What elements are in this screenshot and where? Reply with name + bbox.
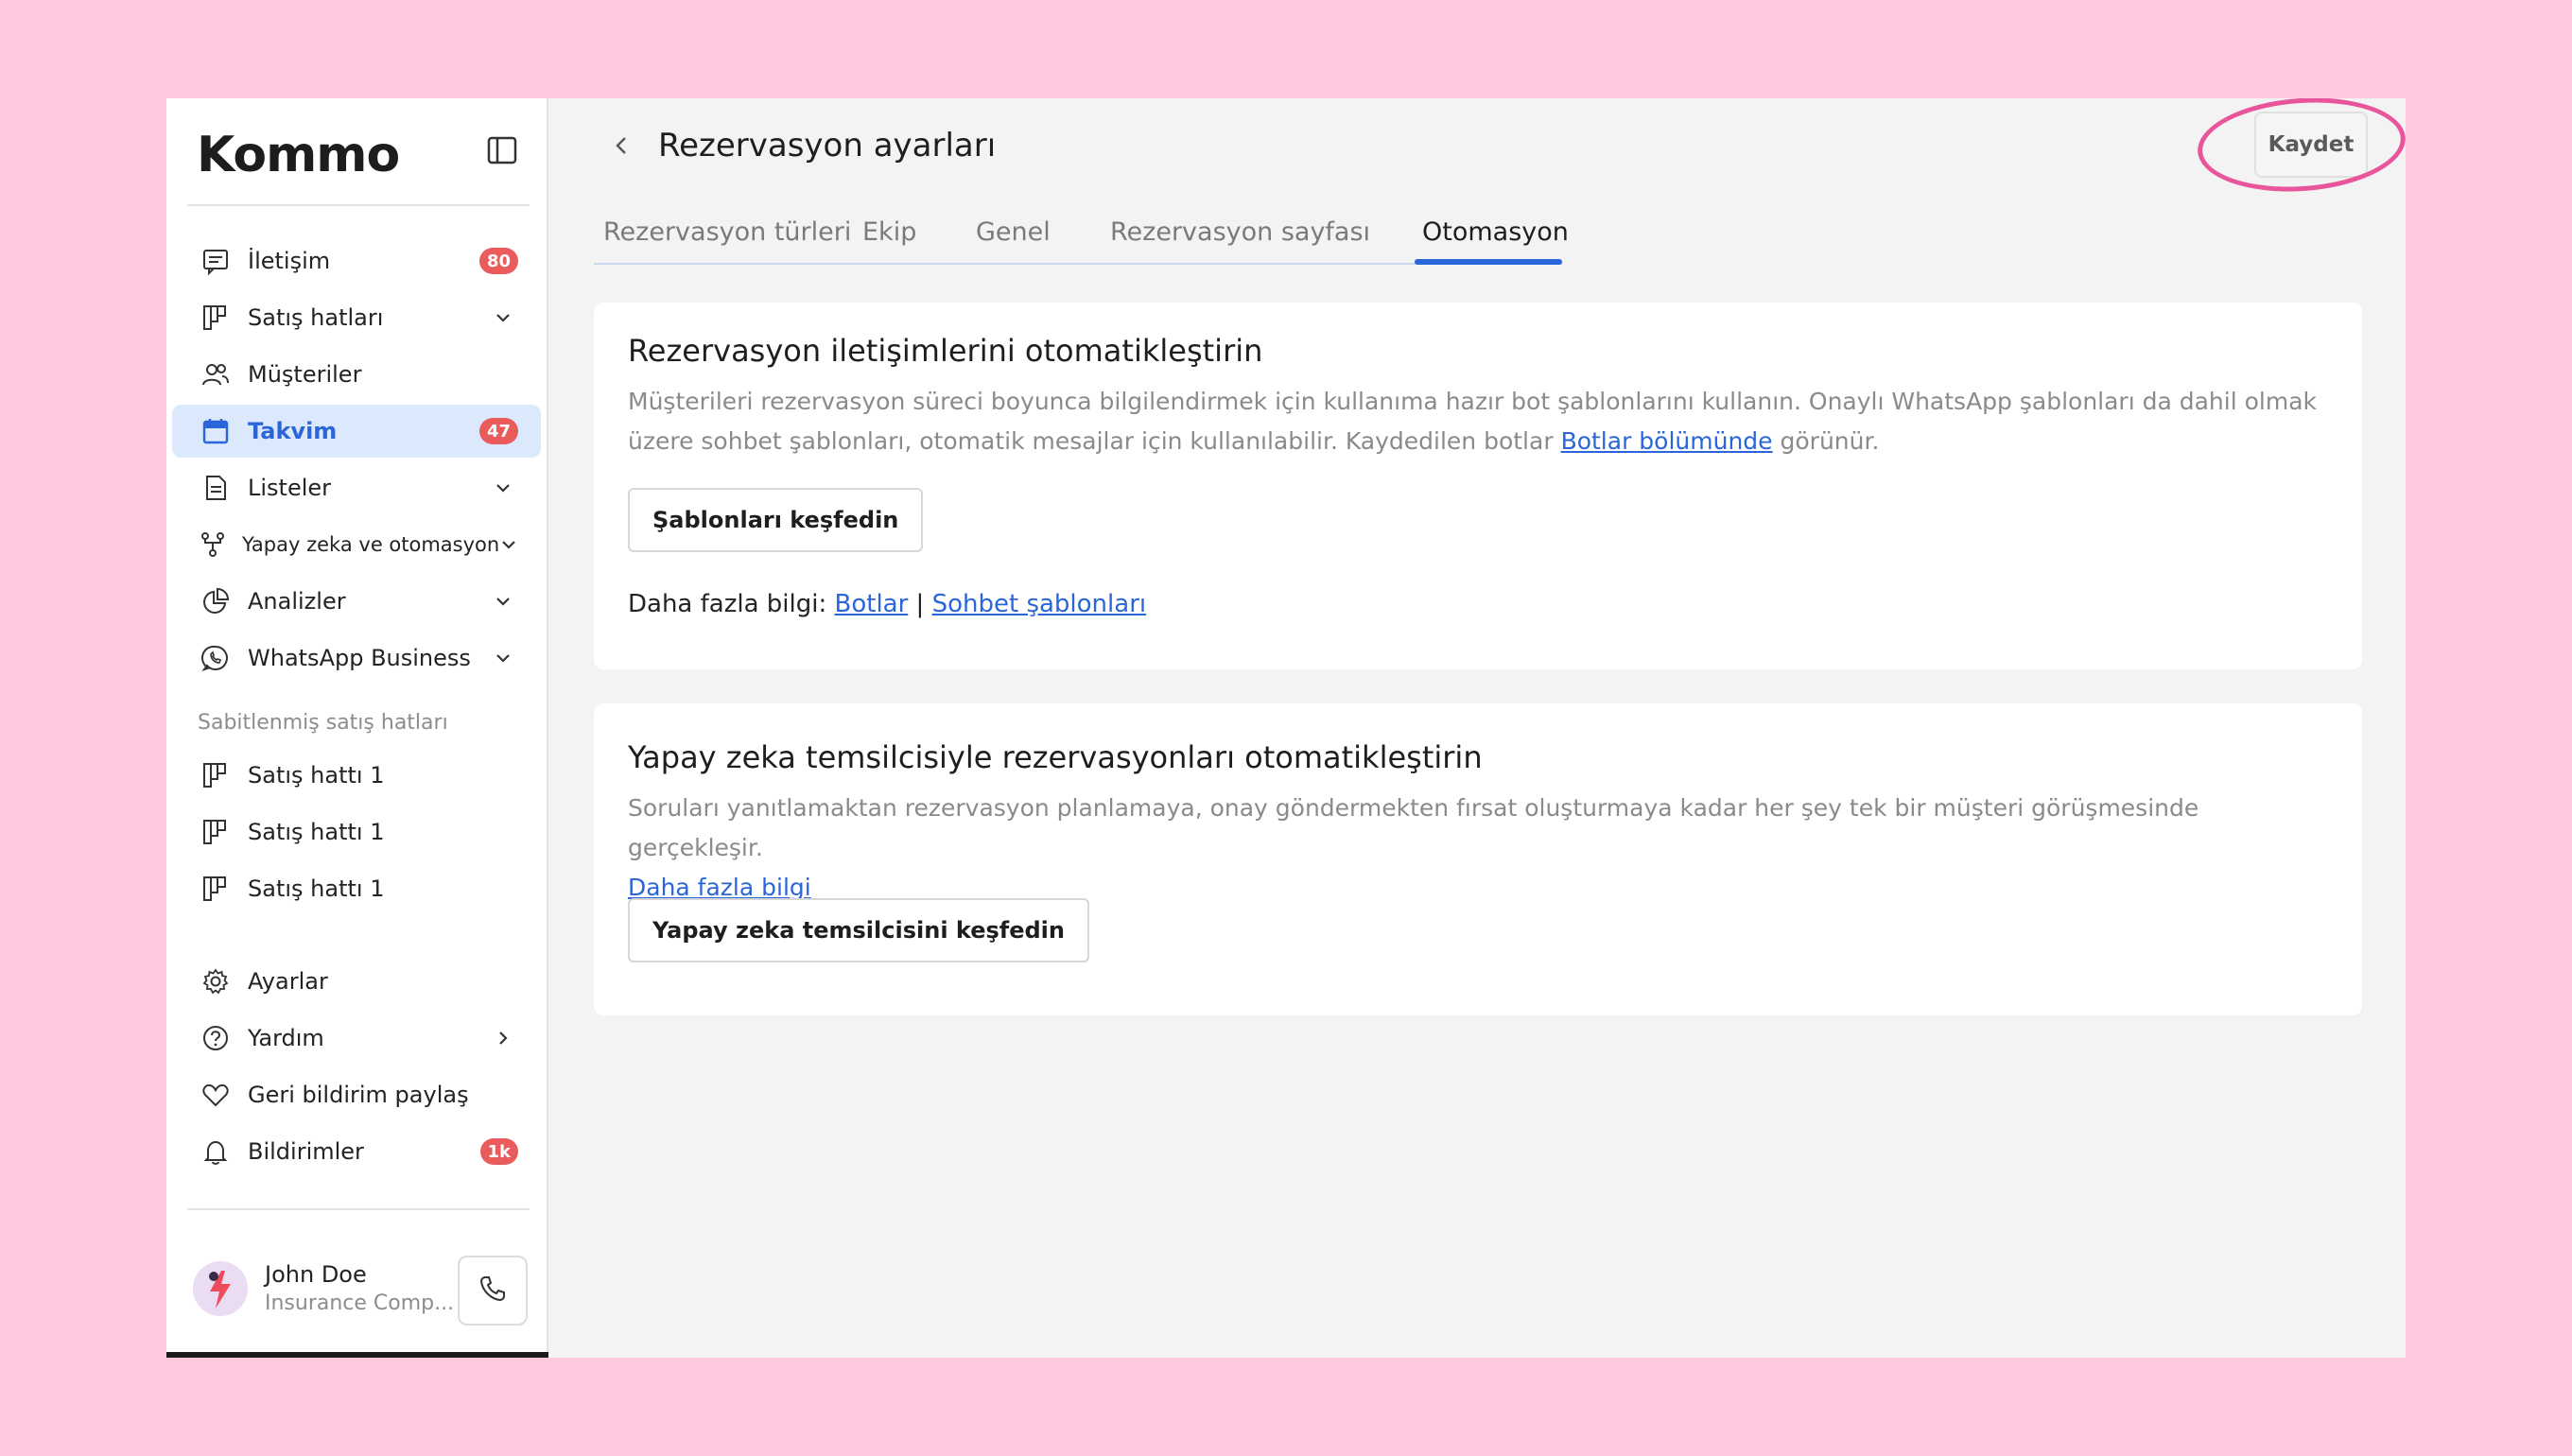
unread-badge: 80 — [478, 248, 518, 274]
pipeline-icon — [199, 301, 233, 335]
pipeline-icon — [199, 872, 233, 906]
sidebar-item-iletisim[interactable]: İletişim 80 — [172, 234, 541, 287]
kommo-logo: Kommo — [197, 127, 400, 183]
sidebar-item-geri-bildirim[interactable]: Geri bildirim paylaş — [172, 1068, 541, 1121]
document-icon — [199, 471, 233, 505]
sidebar-item-label: Geri bildirim paylaş — [248, 1082, 469, 1108]
sidebar-item-label: Takvim — [248, 418, 338, 444]
back-button[interactable] — [605, 130, 639, 165]
card-title: Rezervasyon iletişimlerini otomatikleşti… — [628, 333, 1263, 369]
sidebar-item-pinned-pipeline[interactable]: Satış hattı 1 — [172, 806, 541, 858]
sidebar-bottom-strip — [166, 1352, 548, 1358]
tab-ekip[interactable]: Ekip — [862, 217, 916, 247]
tab-rezervasyon-turleri[interactable]: Rezervasyon türleri — [603, 217, 851, 247]
ai-agent-card: Yapay zeka temsilcisiyle rezervasyonları… — [594, 703, 2362, 1015]
gear-icon — [199, 964, 233, 998]
help-icon — [199, 1021, 233, 1055]
sidebar-item-label: Yapay zeka ve otomasyon — [242, 533, 500, 556]
learn-more-link[interactable]: Daha fazla bilgi — [628, 874, 811, 901]
page-title: Rezervasyon ayarları — [658, 127, 997, 165]
chevron-left-icon — [611, 134, 634, 161]
sidebar-item-pinned-pipeline[interactable]: Satış hattı 1 — [172, 862, 541, 915]
sidebar-item-pinned-pipeline[interactable]: Satış hattı 1 — [172, 749, 541, 802]
sidebar-item-musteriler[interactable]: Müşteriler — [172, 348, 541, 401]
heart-icon — [199, 1078, 233, 1112]
sidebar-item-label: WhatsApp Business — [248, 645, 471, 671]
active-tab-indicator — [1415, 259, 1562, 265]
sidebar-item-label: Yardım — [248, 1025, 324, 1051]
sidebar-item-bildirimler[interactable]: Bildirimler 1k — [172, 1125, 541, 1178]
tab-genel[interactable]: Genel — [976, 217, 1051, 247]
sidebar-divider — [187, 204, 530, 206]
phone-icon — [478, 1274, 508, 1308]
sidebar-item-label: Satış hatları — [248, 304, 384, 331]
pipeline-icon — [199, 758, 233, 792]
sidebar: Kommo İletişim 80 Satış hatları Müşteril… — [166, 98, 548, 1358]
sidebar-item-label: Satış hattı 1 — [248, 875, 385, 902]
sidebar-collapse-icon[interactable] — [486, 134, 518, 166]
calendar-badge: 47 — [478, 418, 518, 444]
card-description: Müşterileri rezervasyon süreci boyunca b… — [628, 388, 2317, 455]
sidebar-item-yapay-zeka[interactable]: Yapay zeka ve otomasyon — [172, 518, 541, 571]
sidebar-item-satis-hatlari[interactable]: Satış hatları — [172, 291, 541, 344]
chevron-down-icon[interactable] — [492, 306, 514, 329]
sidebar-item-whatsapp[interactable]: WhatsApp Business — [172, 632, 541, 685]
user-company: Insurance Comp... — [265, 1291, 455, 1315]
users-icon — [199, 357, 233, 391]
whatsapp-icon — [199, 641, 233, 675]
user-name: John Doe — [265, 1261, 367, 1288]
chevron-right-icon[interactable] — [492, 1027, 514, 1049]
sidebar-item-label: Satış hattı 1 — [248, 762, 385, 789]
card-description: Soruları yanıtlamaktan rezervasyon planl… — [628, 794, 2199, 901]
sidebar-item-takvim[interactable]: Takvim 47 — [172, 405, 541, 458]
sidebar-item-analizler[interactable]: Analizler — [172, 575, 541, 628]
sidebar-divider — [187, 1208, 530, 1210]
chevron-down-icon[interactable] — [492, 590, 514, 613]
bots-link[interactable]: Botlar — [835, 590, 909, 618]
explore-ai-agent-button[interactable]: Yapay zeka temsilcisini keşfedin — [628, 898, 1089, 962]
sidebar-item-label: İletişim — [248, 248, 331, 274]
bell-icon — [199, 1135, 233, 1169]
sidebar-item-label: Satış hattı 1 — [248, 819, 385, 845]
chevron-down-icon[interactable] — [492, 477, 514, 499]
phone-button[interactable] — [458, 1256, 528, 1326]
sidebar-item-yardim[interactable]: Yardım — [172, 1012, 541, 1065]
pie-chart-icon — [199, 584, 233, 618]
tab-bar: Rezervasyon türleri Ekip Genel Rezervasy… — [594, 210, 1993, 267]
flow-icon — [199, 528, 227, 562]
notifications-badge: 1k — [479, 1138, 518, 1165]
chat-icon — [199, 244, 233, 278]
pipeline-icon — [199, 815, 233, 849]
bots-section-link[interactable]: Botlar bölümünde — [1561, 427, 1773, 455]
avatar — [193, 1261, 248, 1316]
pinned-section-label: Sabitlenmiş satış hatları — [198, 711, 448, 735]
sidebar-item-label: Listeler — [248, 475, 332, 501]
automation-templates-card: Rezervasyon iletişimlerini otomatikleşti… — [594, 303, 2362, 669]
save-button[interactable]: Kaydet — [2254, 112, 2368, 178]
sidebar-item-label: Müşteriler — [248, 361, 362, 388]
sidebar-item-label: Analizler — [248, 588, 346, 615]
tab-otomasyon[interactable]: Otomasyon — [1422, 217, 1569, 247]
sidebar-item-listeler[interactable]: Listeler — [172, 461, 541, 514]
sidebar-item-label: Ayarlar — [248, 968, 328, 995]
chevron-down-icon[interactable] — [499, 533, 518, 556]
sidebar-item-ayarlar[interactable]: Ayarlar — [172, 955, 541, 1008]
chat-templates-link[interactable]: Sohbet şablonları — [932, 590, 1147, 618]
calendar-icon — [199, 414, 233, 448]
more-info: Daha fazla bilgi: Botlar | Sohbet şablon… — [628, 590, 1147, 618]
app-window: Kommo İletişim 80 Satış hatları Müşteril… — [166, 98, 2406, 1358]
user-profile[interactable]: John Doe Insurance Comp... — [193, 1252, 533, 1326]
card-title: Yapay zeka temsilcisiyle rezervasyonları… — [628, 739, 1483, 775]
explore-templates-button[interactable]: Şablonları keşfedin — [628, 488, 924, 552]
tab-rezervasyon-sayfasi[interactable]: Rezervasyon sayfası — [1110, 217, 1370, 247]
sidebar-item-label: Bildirimler — [248, 1138, 364, 1165]
chevron-down-icon[interactable] — [492, 647, 514, 669]
